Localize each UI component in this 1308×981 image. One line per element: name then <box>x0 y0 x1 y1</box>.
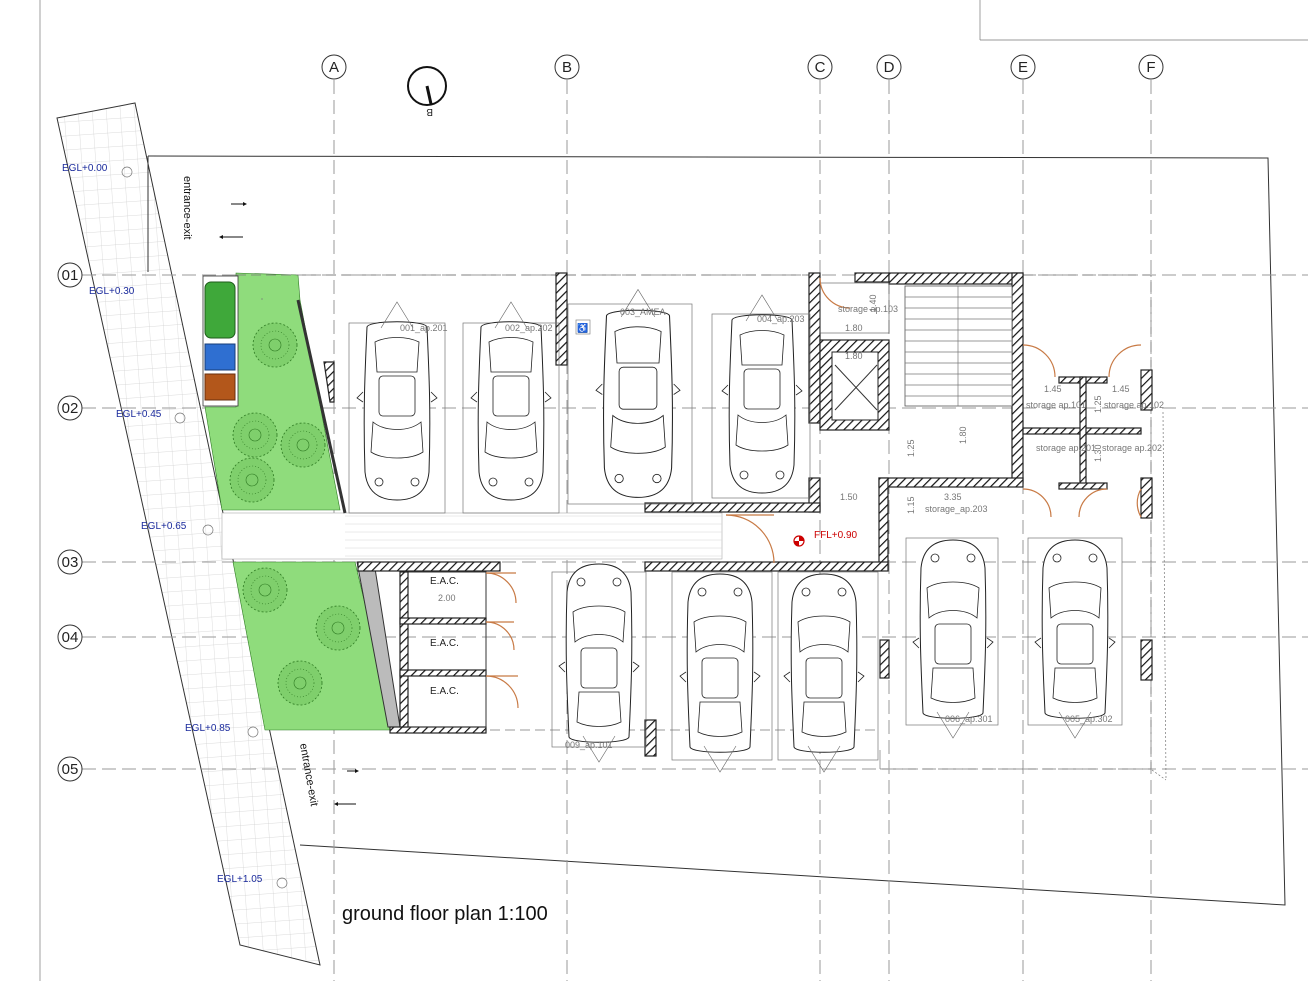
axis-B-marker: B <box>554 54 580 80</box>
axis-A-marker: A <box>321 54 347 80</box>
entrance-exit-label-bottom: entrance-exit <box>297 742 320 807</box>
svg-text:1.15: 1.15 <box>906 496 916 514</box>
svg-text:1.40: 1.40 <box>868 294 878 312</box>
staircase <box>904 285 1013 407</box>
storage-label-202: storage ap.202 <box>1102 443 1162 453</box>
eac-label-1: E.A.C. <box>430 576 459 587</box>
egl-105-label: EGL+1.05 <box>217 874 263 885</box>
egl-000-label: EGL+0.00 <box>62 163 108 174</box>
svg-text:3.35: 3.35 <box>944 492 962 502</box>
axis-F-marker: F <box>1138 54 1164 80</box>
parking-label-005: 005_ap.302 <box>1065 714 1113 724</box>
axis-02-marker: 02 <box>57 395 83 421</box>
svg-text:1.25: 1.25 <box>906 439 916 457</box>
axis-03-marker: 03 <box>57 549 83 575</box>
svg-text:2.00: 2.00 <box>438 593 456 603</box>
axis-01-marker: 01 <box>57 262 83 288</box>
section-marker: B <box>407 66 447 117</box>
axis-C-marker: C <box>807 54 833 80</box>
entrance-arrows-bottom <box>334 769 359 806</box>
axis-D-marker: D <box>876 54 902 80</box>
parking-label-006: 006_ap.301 <box>945 714 993 724</box>
svg-text:1.45: 1.45 <box>1112 384 1130 394</box>
entrance-arrows-top <box>219 202 247 239</box>
svg-text:04: 04 <box>62 629 79 646</box>
egl-045-label: EGL+0.45 <box>116 409 162 420</box>
axis-04-marker: 04 <box>57 624 83 650</box>
ffl-marker: FFL+0.90 <box>793 530 858 547</box>
floor-plan-canvas: A B C D E F 01 02 03 04 05 B EGL+0.00 EG… <box>0 0 1308 981</box>
svg-text:1.80: 1.80 <box>845 351 863 361</box>
svg-text:F: F <box>1146 59 1155 76</box>
eac-label-2: E.A.C. <box>430 638 459 649</box>
floor-plan-drawing: A B C D E F 01 02 03 04 05 B EGL+0.00 EG… <box>39 0 1308 981</box>
svg-text:D: D <box>884 59 895 76</box>
svg-text:FFL+0.90: FFL+0.90 <box>814 530 858 541</box>
parking-label-004: 004_ap.203 <box>757 314 805 324</box>
svg-text:♿: ♿ <box>577 322 588 333</box>
svg-text:C: C <box>815 59 826 76</box>
svg-text:1.80: 1.80 <box>845 323 863 333</box>
svg-text:1.25: 1.25 <box>1093 395 1103 413</box>
storage-label-102: storage ap.102 <box>1104 400 1164 410</box>
egl-085-label: EGL+0.85 <box>185 723 231 734</box>
plan-title: ground floor plan 1:100 <box>342 903 548 925</box>
svg-text:1.50: 1.50 <box>840 492 858 502</box>
brown-bin-icon <box>204 373 236 401</box>
egl-030-label: EGL+0.30 <box>89 286 135 297</box>
axis-05-marker: 05 <box>57 756 83 782</box>
svg-text:1.80: 1.80 <box>958 426 968 444</box>
parking-label-009: 009_ap.101 <box>565 740 613 750</box>
storage-label-203: storage_ap.203 <box>925 504 988 514</box>
svg-text:1.30: 1.30 <box>1093 444 1103 462</box>
entrance-exit-label-top: entrance-exit <box>181 176 193 240</box>
parking-label-003: 003_AMEA <box>620 307 666 317</box>
svg-text:1.45: 1.45 <box>1044 384 1062 394</box>
svg-text:B: B <box>426 106 433 117</box>
storage-label-101: storage ap.101 <box>1026 400 1086 410</box>
svg-text:05: 05 <box>62 761 79 778</box>
svg-text:B: B <box>562 59 572 76</box>
parking-label-001: 001_ap.201 <box>400 323 448 333</box>
egl-065-label: EGL+0.65 <box>141 521 187 532</box>
svg-text:02: 02 <box>62 400 79 417</box>
svg-text:03: 03 <box>62 554 79 571</box>
eac-label-3: E.A.C. <box>430 686 459 697</box>
svg-text:E: E <box>1018 59 1028 76</box>
green-bin-icon <box>204 281 236 339</box>
blue-bin-icon <box>204 343 236 371</box>
axis-E-marker: E <box>1010 54 1036 80</box>
parking-label-002: 002_ap.202 <box>505 323 553 333</box>
storage-label-201: storage ap.201 <box>1036 443 1096 453</box>
svg-text:01: 01 <box>62 267 79 284</box>
svg-text:A: A <box>329 59 339 76</box>
